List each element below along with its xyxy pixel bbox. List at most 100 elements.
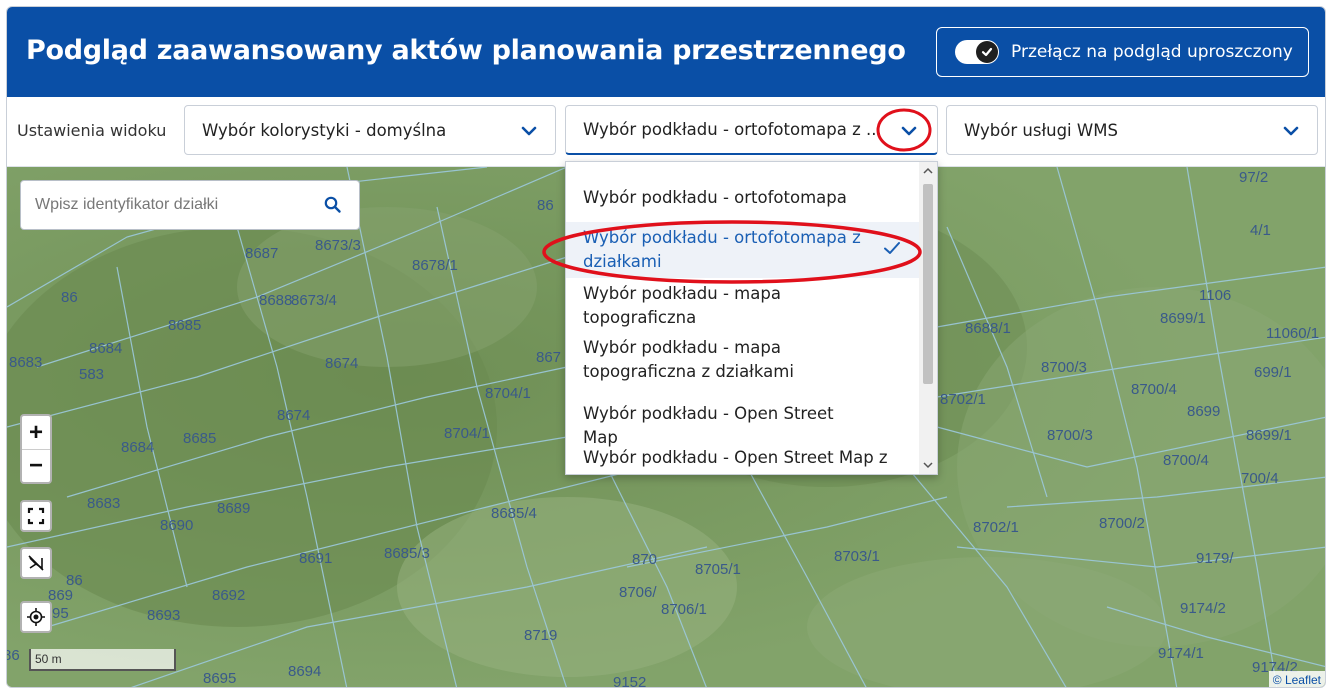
parcel-label: 95	[52, 605, 69, 622]
parcel-label: 8690	[160, 517, 194, 534]
parcel-label: 8691	[299, 550, 333, 567]
parcel-label: 8673/4	[291, 292, 337, 309]
scale-bar: 50 m	[29, 649, 176, 671]
parcel-label: 8688	[259, 292, 293, 309]
fullscreen-button[interactable]	[20, 500, 52, 532]
parcel-label: 8704/1	[485, 385, 531, 402]
parcel-label: 8689	[217, 500, 251, 517]
scrollbar-thumb[interactable]	[923, 184, 933, 384]
parcel-label: 870	[632, 551, 658, 568]
parcel-label: 700/4	[1241, 470, 1279, 487]
parcel-label: 8683	[9, 354, 43, 371]
parcel-label: 86	[537, 197, 554, 214]
parcel-label: 9179/	[1196, 550, 1234, 567]
parcel-label: 8700/2	[1099, 515, 1145, 532]
parcel-label: 8702/1	[973, 519, 1019, 536]
app-window: Podgląd zaawansowany aktów planowania pr…	[6, 6, 1326, 688]
zoom-in-button[interactable]: +	[22, 416, 50, 449]
basemap-option[interactable]: Wybór podkładu - mapa topograficzna	[566, 280, 921, 332]
basemap-option[interactable]: Wybór podkładu - Open Street Map z	[566, 438, 921, 474]
parcel-label: 8699/1	[1246, 427, 1292, 444]
chevron-down-icon	[1283, 126, 1299, 136]
parcel-label: 8692	[212, 587, 246, 604]
parcel-label: 8695	[203, 670, 237, 687]
switch-to-simple-view-button[interactable]: Przełącz na podgląd uproszczony	[936, 27, 1309, 77]
leaflet-attribution[interactable]: © Leaflet	[1268, 671, 1325, 687]
fullscreen-icon	[27, 507, 45, 525]
basemap-option[interactable]: Wybór podkładu - mapa topograficzna z dz…	[566, 334, 921, 388]
parcel-label: 8702/1	[940, 391, 986, 408]
basemap-option[interactable]: Wybór podkładu - ortofotomapa	[566, 174, 921, 222]
parcel-label: 8685/4	[491, 505, 537, 522]
hide-layer-button[interactable]	[20, 547, 52, 579]
parcel-label: 8694	[288, 663, 322, 680]
zoom-out-button[interactable]: −	[22, 449, 50, 482]
parcel-label: 8700/4	[1131, 381, 1177, 398]
basemap-option-selected[interactable]: Wybór podkładu - ortofotomapa z działkam…	[566, 222, 921, 278]
basemap-option-label: Wybór podkładu - mapa topograficzna z dz…	[583, 338, 794, 381]
view-settings-label: Ustawienia widoku	[17, 121, 167, 140]
parcel-label: 583	[79, 366, 105, 383]
parcel-label: 8693	[147, 607, 181, 624]
parcel-label: 8685	[168, 317, 202, 334]
parcel-label: 8684	[89, 340, 123, 357]
parcel-label: 8719	[524, 627, 558, 644]
parcel-label: 8688/1	[965, 320, 1011, 337]
parcel-label: 11060/1	[1266, 325, 1320, 342]
parcel-label: 867	[536, 349, 562, 366]
color-scheme-value: Wybór kolorystyki - domyślna	[202, 120, 447, 140]
wms-service-value: Wybór usługi WMS	[964, 120, 1118, 140]
basemap-option-label: Wybór podkładu - Open Street Map z	[583, 448, 888, 467]
basemap-dropdown-list: Wybór podkładu - ortofotomapa Wybór podk…	[565, 161, 938, 475]
parcel-label: 8703/1	[834, 548, 880, 565]
check-icon	[976, 41, 998, 63]
locate-icon	[27, 608, 45, 626]
chevron-down-icon[interactable]	[923, 460, 933, 470]
eye-off-icon	[28, 555, 44, 571]
locate-button[interactable]	[20, 601, 52, 633]
color-scheme-select[interactable]: Wybór kolorystyki - domyślna	[184, 105, 556, 155]
parcel-label: 86	[7, 647, 20, 664]
parcel-label: 8704/1	[444, 425, 490, 442]
zoom-control: + −	[20, 414, 52, 484]
parcel-label: 9152	[613, 674, 647, 688]
parcel-label: 869	[48, 587, 74, 604]
basemap-option[interactable]: Wybór podkładu - Open Street Map	[566, 392, 921, 447]
parcel-label: 8685/3	[384, 545, 430, 562]
parcel-label: 8674	[325, 355, 359, 372]
dropdown-scrollbar[interactable]	[919, 162, 937, 474]
parcel-label: 8684	[121, 439, 155, 456]
parcel-label: 8673/3	[315, 237, 361, 254]
parcel-label: 86	[61, 289, 78, 306]
parcel-label: 699/1	[1254, 364, 1292, 381]
chevron-down-icon[interactable]	[899, 121, 919, 141]
parcel-label: 97/2	[1239, 169, 1269, 186]
basemap-option-label: Wybór podkładu - ortofotomapa z działkam…	[583, 228, 861, 271]
parcel-label: 8683	[87, 495, 121, 512]
page-title: Podgląd zaawansowany aktów planowania pr…	[26, 35, 906, 66]
parcel-label: 8699/1	[1160, 310, 1206, 327]
parcel-label: 4/1	[1250, 222, 1271, 239]
switch-label: Przełącz na podgląd uproszczony	[1011, 42, 1293, 62]
parcel-label: 8706/	[619, 584, 657, 601]
parcel-label: 8700/4	[1163, 452, 1209, 469]
chevron-up-icon[interactable]	[923, 166, 933, 176]
basemap-option-label: Wybór podkładu - mapa topograficzna	[583, 284, 781, 327]
search-icon[interactable]	[323, 195, 343, 215]
parcel-search-input[interactable]	[21, 181, 311, 229]
check-icon	[884, 242, 900, 254]
basemap-select[interactable]: Wybór podkładu - ortofotomapa z ...	[565, 105, 938, 155]
header-bar: Podgląd zaawansowany aktów planowania pr…	[7, 7, 1325, 97]
parcel-label: 8706/1	[661, 601, 707, 618]
basemap-option-label: Wybór podkładu - ortofotomapa	[583, 188, 847, 207]
parcel-label: 8674	[277, 407, 311, 424]
parcel-label: 8699	[1187, 403, 1221, 420]
parcel-label: 8687	[245, 245, 279, 262]
parcel-label: 8700/3	[1041, 359, 1087, 376]
chevron-down-icon	[521, 126, 537, 136]
parcel-label: 9174/1	[1158, 645, 1204, 662]
view-toggle[interactable]	[955, 40, 999, 64]
parcel-label: 8705/1	[695, 561, 741, 578]
parcel-label: 8685	[183, 430, 217, 447]
wms-service-select[interactable]: Wybór usługi WMS	[946, 105, 1318, 155]
